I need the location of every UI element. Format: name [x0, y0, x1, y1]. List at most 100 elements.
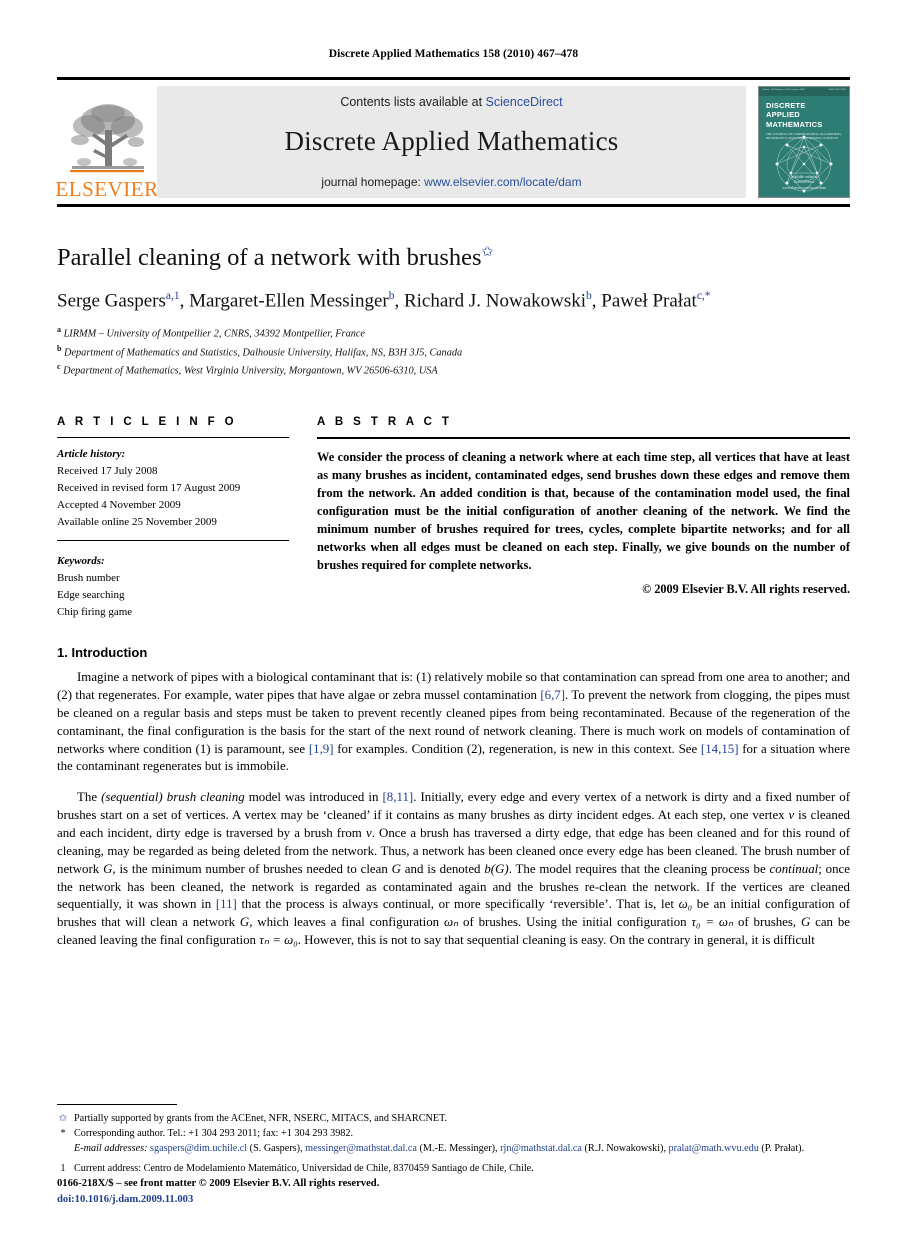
citation-link[interactable]: [1,9]	[309, 742, 334, 756]
affiliation-marker: a	[57, 325, 61, 335]
cover-topbar-right: ISSN 0166-218X	[828, 88, 846, 91]
keyword-item: Chip firing game	[57, 605, 133, 618]
citation-link[interactable]: [11]	[216, 897, 237, 911]
p2-text-b: model was introduced in	[244, 790, 383, 805]
footnote-item-current-address: 1 Current address: Centro de Modelamient…	[57, 1161, 850, 1176]
page-title: Parallel cleaning of a network with brus…	[57, 243, 850, 272]
abstract-text: We consider the process of cleaning a ne…	[317, 449, 850, 573]
keywords-rule	[57, 539, 289, 541]
article-info-rule	[57, 436, 289, 438]
math-symbol: τₙ = ω₀	[259, 933, 298, 948]
author-affiliation-marker: a,1	[165, 290, 180, 303]
footnote-text: Corresponding author. Tel.: +1 304 293 2…	[74, 1128, 354, 1140]
email-person: (P. Prałat)	[761, 1143, 802, 1155]
article-history-label: Article history:	[57, 447, 126, 460]
citation-link[interactable]: [6,7]	[540, 688, 565, 702]
email-person: (R.J. Nowakowski)	[584, 1143, 664, 1155]
author-name: Richard J. Nowakowski	[403, 290, 587, 312]
p2-text-p: . However, this is not to say that seque…	[297, 933, 815, 948]
abstract-rule	[317, 436, 850, 439]
author-list: Serge Gaspersa,1, Margaret-Ellen Messing…	[57, 290, 711, 312]
paragraph-2: The (sequential) brush cleaning model wa…	[57, 789, 850, 950]
keyword-item: Edge searching	[57, 588, 125, 601]
abstract-column: A B S T R A C T We consider the process …	[317, 416, 850, 621]
footnote-marker: ✩	[58, 1112, 68, 1124]
email-link[interactable]: pralat@math.wvu.edu	[669, 1143, 759, 1154]
footnote-item: * Corresponding author. Tel.: +1 304 293…	[57, 1126, 850, 1141]
article-history-block: Article history: Received 17 July 2008 R…	[57, 446, 289, 531]
author-affiliation-marker: c,*	[696, 290, 711, 303]
cover-title-line1: DISCRETE	[766, 101, 806, 110]
keyword-item: Brush number	[57, 571, 120, 584]
journal-masthead: ELSEVIER Contents lists available at Sci…	[55, 77, 850, 207]
history-item: Received in revised form 17 August 2009	[57, 481, 241, 494]
cover-title: DISCRETE APPLIED MATHEMATICS	[759, 96, 849, 129]
journal-homepage-link[interactable]: www.elsevier.com/locate/dam	[424, 175, 581, 189]
elsevier-wordmark: ELSEVIER	[55, 177, 159, 201]
history-item: Available online 25 November 2009	[57, 515, 217, 528]
title-footnote-marker: ✩	[481, 244, 494, 260]
footnote-text: Partially supported by grants from the A…	[74, 1112, 448, 1124]
math-symbol: G	[800, 915, 811, 930]
homepage-prefix: journal homepage:	[321, 175, 421, 189]
math-symbol: G	[239, 915, 250, 930]
affiliation-text: Department of Mathematics and Statistics…	[64, 347, 463, 359]
affiliation-item: b Department of Mathematics and Statisti…	[57, 343, 850, 361]
section-heading-introduction: 1. Introduction	[57, 645, 148, 661]
footnote-marker: *	[60, 1128, 66, 1140]
cover-footer: Available online at ScienceDirect www.el…	[759, 175, 849, 191]
masthead-center: Contents lists available at ScienceDirec…	[157, 86, 746, 198]
affiliation-marker: b	[57, 343, 62, 353]
info-abstract-region: A R T I C L E I N F O Article history: R…	[57, 416, 850, 621]
email-link[interactable]: messinger@mathstat.dal.ca	[305, 1143, 417, 1154]
history-item: Accepted 4 November 2009	[57, 498, 181, 511]
abstract-copyright: © 2009 Elsevier B.V. All rights reserved…	[642, 582, 850, 597]
author-name: Serge Gaspers	[57, 290, 166, 312]
paragraph-1: Imagine a network of pipes with a biolog…	[57, 669, 850, 776]
paper-page: Discrete Applied Mathematics 158 (2010) …	[0, 0, 907, 1238]
keywords-block: Keywords: Brush number Edge searching Ch…	[57, 553, 289, 621]
email-person: (S. Gaspers)	[249, 1143, 301, 1155]
citation-link[interactable]: [8,11]	[383, 790, 414, 804]
doi-line[interactable]: doi:10.1016/j.dam.2009.11.003	[57, 1192, 379, 1208]
abstract-heading: A B S T R A C T	[317, 415, 453, 428]
math-symbol: G	[391, 861, 401, 876]
cover-title-line2: APPLIED	[766, 110, 800, 120]
p1-text-c: for examples. Condition (2), regeneratio…	[333, 741, 701, 756]
citation-link[interactable]: [14,15]	[701, 742, 739, 756]
cover-topbar-left: Volume 158 Number 5 15 December 2009	[762, 88, 805, 91]
p2-text-h: . The model requires that the cleaning p…	[508, 861, 770, 876]
issn-line: 0166-218X/$ – see front matter © 2009 El…	[57, 1178, 380, 1190]
footnote-item: ✩ Partially supported by grants from the…	[57, 1111, 850, 1126]
author-name: Margaret-Ellen Messinger	[189, 290, 389, 312]
journal-cover-thumbnail: Volume 158 Number 5 15 December 2009 ISS…	[758, 86, 850, 198]
footnote-rule	[57, 1103, 177, 1105]
elsevier-logo: ELSEVIER	[55, 80, 159, 204]
p2-text-m: of brushes. Using the initial configurat…	[458, 915, 692, 930]
affiliation-item: c Department of Mathematics, West Virgin…	[57, 361, 850, 379]
math-symbol: G	[103, 861, 113, 876]
keywords-label: Keywords:	[57, 554, 105, 567]
email-person: (M.-E. Messinger)	[419, 1143, 496, 1155]
email-link[interactable]: sgaspers@dim.uchile.cl	[150, 1143, 247, 1154]
affiliation-text: LIRMM – University of Montpellier 2, CNR…	[63, 328, 366, 340]
email-addresses-line: E-mail addresses: sgaspers@dim.uchile.cl…	[74, 1143, 805, 1155]
math-symbol: ωₙ	[443, 915, 459, 930]
p2-text-g: and is denoted	[400, 861, 485, 876]
p2-text-a: The	[77, 790, 102, 805]
article-info-heading: A R T I C L E I N F O	[57, 415, 238, 428]
affiliation-marker: c	[57, 362, 61, 372]
email-link[interactable]: rjn@mathstat.dal.ca	[500, 1143, 582, 1154]
article-title-text: Parallel cleaning of a network with brus…	[57, 244, 482, 271]
email-addresses-label: E-mail addresses:	[74, 1143, 148, 1155]
author-name: Paweł Prałat	[601, 290, 697, 312]
affiliation-item: a LIRMM – University of Montpellier 2, C…	[57, 324, 850, 342]
cover-topbar: Volume 158 Number 5 15 December 2009 ISS…	[759, 87, 849, 96]
math-symbol: b(G)	[484, 861, 509, 876]
footnote-marker: 1	[60, 1162, 66, 1174]
running-head: Discrete Applied Mathematics 158 (2010) …	[328, 48, 579, 60]
p2-italic-continual: continual	[769, 861, 819, 876]
sciencedirect-link[interactable]: ScienceDirect	[486, 95, 563, 109]
author-affiliation-marker: b	[388, 290, 395, 303]
author-affiliation-marker: b	[586, 290, 592, 303]
